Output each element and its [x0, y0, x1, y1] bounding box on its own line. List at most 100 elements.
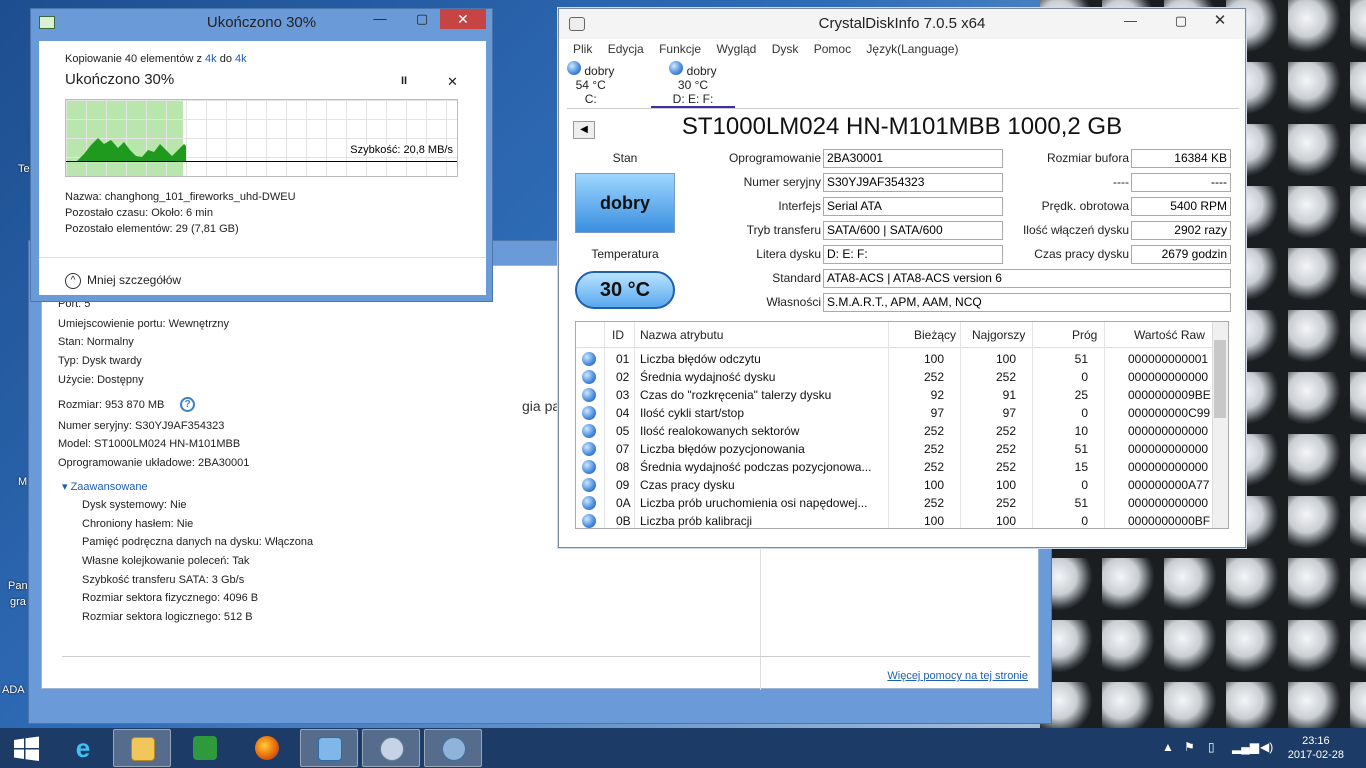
smart-row[interactable]: 08 Średnia wydajność podczas pozycjonowa.… — [576, 458, 1214, 476]
smart-current: 252 — [923, 370, 944, 384]
minimize-button[interactable]: — — [1124, 13, 1137, 28]
power-on-count-value: 2902 razy — [1131, 221, 1231, 240]
col-worst[interactable]: Najgorszy — [972, 328, 1025, 342]
clock[interactable]: 23:16 2017-02-28 — [1288, 734, 1344, 762]
smart-row[interactable]: 07 Liczba błędów pozycjonowania 252 252 51 00… — [576, 440, 1214, 458]
smart-worst: 100 — [995, 352, 1016, 366]
smart-threshold: 0 — [1081, 406, 1088, 420]
desktop-icon-label[interactable]: M — [18, 476, 27, 488]
help-icon[interactable]: ? — [180, 397, 195, 412]
desktop-icon-label[interactable]: ADA — [2, 684, 25, 696]
health-status-button[interactable]: dobry — [575, 173, 675, 233]
crystaldiskinfo-window: CrystalDiskInfo 7.0.5 x64 — ▢ ✕ Plik Edy… — [558, 8, 1246, 548]
items-remaining: Pozostało elementów: 29 (7,81 GB) — [65, 223, 239, 235]
pause-button[interactable]: II — [401, 75, 407, 87]
transfer-mode-label: Tryb transferu — [746, 223, 821, 237]
smart-row[interactable]: 02 Średnia wydajność dysku 252 252 0 00000000… — [576, 368, 1214, 386]
maximize-button[interactable]: ▢ — [408, 9, 436, 29]
scrollbar[interactable] — [1212, 322, 1228, 528]
smart-id: 05 — [616, 424, 630, 438]
previous-disk-button[interactable]: ◀ — [573, 121, 595, 139]
status-dot-icon — [582, 370, 596, 384]
time-remaining: Pozostało czasu: Około: 6 min — [65, 207, 213, 219]
copy-summary-mid: do — [219, 53, 232, 65]
show-hidden-icons-icon[interactable]: ▲ — [1162, 740, 1174, 754]
desktop-icon-label[interactable]: Te — [18, 163, 30, 175]
buffer-size-value: 16384 KB — [1131, 149, 1231, 168]
col-raw[interactable]: Wartość Raw — [1134, 328, 1205, 342]
taskbar-file-explorer[interactable] — [113, 729, 171, 767]
destination-link[interactable]: 4k — [235, 53, 247, 65]
smart-row[interactable]: 04 Ilość cykli start/stop 97 97 0 000000000C9… — [576, 404, 1214, 422]
advanced-label: Zaawansowane — [70, 481, 148, 493]
smart-row[interactable]: 03 Czas do "rozkręcenia" talerzy dysku 92 9… — [576, 386, 1214, 404]
advanced-expander[interactable]: ▾ Zaawansowane — [62, 480, 148, 493]
close-button[interactable]: ✕ — [1203, 11, 1237, 31]
taskbar-internet-explorer[interactable]: e — [54, 729, 112, 767]
col-current[interactable]: Bieżący — [914, 328, 956, 342]
drive-tab-c[interactable]: dobry 54 °C C: — [567, 61, 614, 106]
unknown-value: ---- — [1131, 173, 1231, 192]
smart-attribute: Średnia wydajność dysku — [640, 370, 776, 384]
taskbar-firefox[interactable] — [238, 729, 296, 767]
chevron-down-icon: ▾ — [62, 481, 71, 493]
smart-current: 100 — [923, 352, 944, 366]
start-button[interactable] — [0, 729, 58, 767]
disk-model-title: ST1000LM024 HN-M101MBB 1000,2 GB — [681, 113, 1123, 140]
rotation-label: Prędk. obrotowa — [1041, 199, 1129, 213]
scrollbar-thumb[interactable] — [1214, 340, 1226, 418]
menu-plik[interactable]: Plik — [573, 42, 592, 56]
prop-usage: Użycie: Dostępny — [58, 374, 144, 386]
smart-id: 07 — [616, 442, 630, 456]
volume-icon[interactable]: ◀) — [1260, 740, 1273, 754]
col-attribute[interactable]: Nazwa atrybutu — [640, 328, 723, 342]
drive-tab-def[interactable]: dobry 30 °C D: E: F: — [651, 61, 735, 106]
close-button[interactable]: ✕ — [440, 9, 486, 29]
firefox-icon — [255, 736, 279, 760]
smart-id: 0B — [616, 514, 631, 528]
network-signal-icon[interactable]: ▂▄▆ — [1232, 740, 1259, 754]
flag-icon[interactable]: ⚑ — [1184, 740, 1195, 754]
status-dot-icon — [582, 478, 596, 492]
firmware-value: 2BA30001 — [823, 149, 1003, 168]
smart-row[interactable]: 01 Liczba błędów odczytu 100 100 51 000000000… — [576, 350, 1214, 368]
smart-row[interactable]: 09 Czas pracy dysku 100 100 0 000000000A77 — [576, 476, 1214, 494]
smart-row[interactable]: 0A Liczba prób uruchomienia osi napędowej… — [576, 494, 1214, 512]
drive-temp: 54 °C — [575, 78, 606, 92]
smart-row[interactable]: 0B Liczba prób kalibracji 100 100 0 000000000… — [576, 512, 1214, 528]
menu-language[interactable]: Język(Language) — [866, 42, 958, 56]
health-dot-icon — [567, 61, 581, 75]
device-icon[interactable]: ▯ — [1208, 740, 1215, 754]
col-id[interactable]: ID — [612, 328, 624, 342]
power-on-count-label: Ilość włączeń dysku — [1022, 223, 1129, 237]
col-threshold[interactable]: Próg — [1072, 328, 1097, 342]
taskbar-crystaldiskinfo[interactable] — [362, 729, 420, 767]
smart-row[interactable]: 05 Ilość realokowanych sektorów 252 252 10 00… — [576, 422, 1214, 440]
menu-pomoc[interactable]: Pomoc — [814, 42, 851, 56]
source-link[interactable]: 4k — [205, 53, 217, 65]
desktop-icon-label[interactable]: gra — [10, 596, 26, 608]
buffer-size-label: Rozmiar bufora — [1046, 151, 1129, 165]
prop-serial: Numer seryjny: S30YJ9AF354323 — [58, 420, 225, 432]
divider — [62, 656, 1030, 657]
taskbar-store[interactable] — [176, 729, 234, 767]
taskbar-control-panel[interactable] — [300, 729, 358, 767]
desktop-icon-label[interactable]: Pan — [8, 580, 28, 592]
help-link[interactable]: Więcej pomocy na tej stronie — [887, 670, 1028, 682]
menu-edycja[interactable]: Edycja — [608, 42, 644, 56]
menu-wyglad[interactable]: Wygląd — [716, 42, 756, 56]
maximize-button[interactable]: ▢ — [1175, 13, 1187, 29]
adv-system-disk: Dysk systemowy: Nie — [82, 499, 187, 511]
cancel-copy-button[interactable]: ✕ — [447, 74, 458, 90]
fewer-details-button[interactable]: ^ Mniej szczegółów — [65, 273, 181, 289]
menu-dysk[interactable]: Dysk — [772, 42, 799, 56]
menu-funkcje[interactable]: Funkcje — [659, 42, 701, 56]
taskbar-sync[interactable] — [424, 729, 482, 767]
smart-current: 252 — [923, 424, 944, 438]
smart-raw: 000000000001 — [1128, 352, 1209, 366]
smart-worst: 252 — [995, 496, 1016, 510]
drive-status: dobry — [686, 64, 717, 78]
smart-table: ID Nazwa atrybutu Bieżący Najgorszy Próg… — [575, 321, 1229, 529]
smart-threshold: 51 — [1074, 352, 1088, 366]
minimize-button[interactable]: — — [366, 9, 394, 29]
